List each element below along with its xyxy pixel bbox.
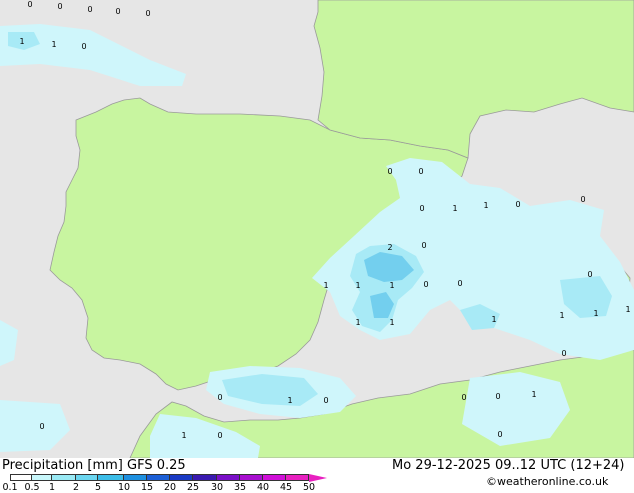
legend-tick-label: 5 <box>94 482 102 493</box>
label-0-c: 0 <box>87 5 92 14</box>
label-1-j: 1 <box>389 318 394 327</box>
legend-swatch <box>170 474 193 481</box>
label-1-c: 1 <box>452 204 457 213</box>
label-0-k: 0 <box>580 195 585 204</box>
label-0-s: 0 <box>461 393 466 402</box>
legend-tick-label: 50 <box>302 482 316 493</box>
label-0-f: 0 <box>81 42 86 51</box>
label-1-b: 1 <box>51 40 56 49</box>
legend-swatch <box>286 474 309 481</box>
legend-tick-label: 35 <box>233 482 247 493</box>
forecast-datetime: Mo 29-12-2025 09..12 UTC (12+24) <box>392 458 625 473</box>
legend-tick-label: 20 <box>163 482 177 493</box>
label-1-f: 1 <box>355 281 360 290</box>
legend-swatch <box>10 474 32 481</box>
label-0-g: 0 <box>387 167 392 176</box>
legend-swatch <box>147 474 170 481</box>
credit-link[interactable]: ©weatheronline.co.uk <box>486 475 608 488</box>
legend-swatch <box>217 474 240 481</box>
legend-tick-label: 2 <box>72 482 80 493</box>
legend-swatch <box>124 474 147 481</box>
label-0-l: 0 <box>421 241 426 250</box>
label-0-j: 0 <box>515 200 520 209</box>
legend-swatch <box>32 474 52 481</box>
footer: Precipitation [mm] GFS 0.25 Mo 29-12-202… <box>0 458 634 493</box>
label-1-d: 1 <box>483 201 488 210</box>
legend-swatch <box>98 474 124 481</box>
label-0-b: 0 <box>57 2 62 11</box>
label-0-v: 0 <box>217 431 222 440</box>
map-title: Precipitation [mm] GFS 0.25 <box>2 458 186 473</box>
label-1-n: 1 <box>287 396 292 405</box>
label-0-m: 0 <box>457 279 462 288</box>
label-0-h: 0 <box>418 167 423 176</box>
legend-tick-label: 25 <box>186 482 200 493</box>
legend-swatch <box>52 474 76 481</box>
label-2-a: 2 <box>387 243 392 252</box>
legend-tick-label: 0.5 <box>24 482 40 493</box>
label-1-h: 1 <box>625 305 630 314</box>
legend-tick-label: 40 <box>256 482 270 493</box>
precipitation-map: 0 0 0 0 0 1 1 0 0 0 0 1 1 0 0 2 0 0 1 1 1 0 0 1 1 1 1 1 1 0 0 1 0 0 0 1 0 1 0 0 <box>0 0 634 458</box>
legend-tick-label: 10 <box>117 482 131 493</box>
label-0-r: 0 <box>323 396 328 405</box>
legend-tick-label: 1 <box>48 482 56 493</box>
legend-swatch <box>240 474 263 481</box>
label-1-o: 1 <box>531 390 536 399</box>
label-0-n: 0 <box>423 280 428 289</box>
label-0-o: 0 <box>587 270 592 279</box>
label-0-w: 0 <box>497 430 502 439</box>
label-0-i: 0 <box>419 204 424 213</box>
legend-tick-label: 15 <box>140 482 154 493</box>
label-0-p: 0 <box>561 349 566 358</box>
label-0-q: 0 <box>217 393 222 402</box>
legend-arrow <box>309 474 327 482</box>
label-0-d: 0 <box>115 7 120 16</box>
label-1-a: 1 <box>19 37 24 46</box>
label-0-a: 0 <box>27 0 32 9</box>
legend-tick-label: 45 <box>279 482 293 493</box>
label-0-u: 0 <box>39 422 44 431</box>
legend-swatch <box>263 474 286 481</box>
label-1-p: 1 <box>181 431 186 440</box>
legend-tick-label: 30 <box>210 482 224 493</box>
legend-tick-label: 0.1 <box>2 482 18 493</box>
label-1-i: 1 <box>355 318 360 327</box>
label-1-l: 1 <box>559 311 564 320</box>
label-1-m: 1 <box>593 309 598 318</box>
label-1-g: 1 <box>389 281 394 290</box>
label-0-t: 0 <box>495 392 500 401</box>
label-1-k: 1 <box>491 315 496 324</box>
legend-swatch <box>76 474 98 481</box>
label-0-e: 0 <box>145 9 150 18</box>
label-1-e: 1 <box>323 281 328 290</box>
legend-swatch <box>193 474 217 481</box>
